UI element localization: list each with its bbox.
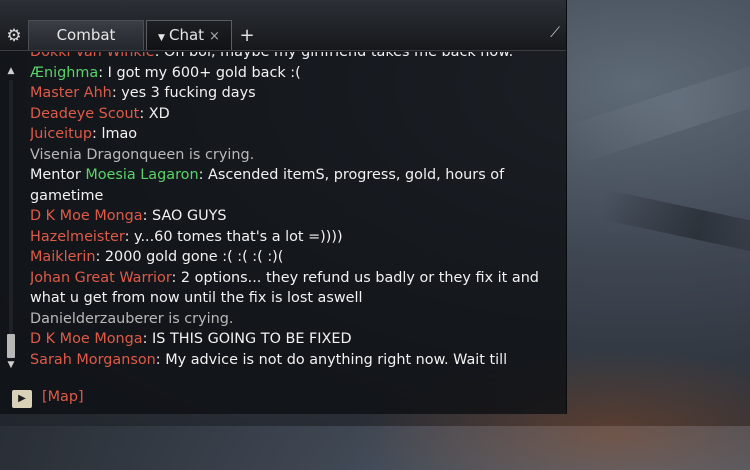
chat-message: D K Moe Monga: SAO GUYS: [30, 206, 560, 227]
caret-down-icon[interactable]: ▼: [158, 33, 165, 43]
scroll-up-arrow-icon[interactable]: ▲: [4, 66, 18, 76]
gear-icon[interactable]: ⚙: [4, 26, 24, 46]
chat-input-bar[interactable]: [0, 384, 566, 414]
play-icon[interactable]: ▶: [12, 390, 32, 408]
scrollbar[interactable]: ▲ ▼: [4, 62, 18, 372]
chat-message: Hazelmeister: y...60 tomes that's a lot …: [30, 227, 560, 248]
chat-message: Dokki Van Winkle: Oh boi, maybe my girlf…: [30, 52, 560, 63]
message-text: : My advice is not do anything right now…: [155, 351, 508, 368]
message-text: : I got my 600+ gold back :(: [98, 64, 301, 81]
sender-name[interactable]: Deadeye Scout: [30, 106, 139, 122]
tab-chat[interactable]: ▼ Chat ×: [146, 20, 232, 50]
message-text: : yes 3 fucking days: [111, 85, 256, 101]
emote-message: Visenia Dragonqueen is crying.: [30, 145, 560, 166]
background-streak: [599, 189, 750, 261]
emote-message: Danielderzauberer is crying.: [30, 309, 560, 330]
sender-name[interactable]: Ænighma: [30, 65, 98, 81]
sender-name[interactable]: Johan Great Warrior: [30, 270, 172, 286]
sender-name[interactable]: D K Moe Monga: [30, 331, 143, 347]
tab-label: Combat: [56, 26, 116, 44]
tab-bar: ⚙ Combat ▼ Chat × + ⟋: [0, 0, 566, 51]
chat-message: Juiceitup: lmao: [30, 124, 560, 145]
message-text: : lmao: [92, 126, 138, 142]
sender-name[interactable]: Sarah Morganson: [30, 352, 156, 368]
chat-message: D K Moe Monga: IS THIS GOING TO BE FIXED: [30, 329, 560, 350]
message-prefix: Mentor: [30, 167, 86, 183]
tab-combat[interactable]: Combat: [28, 20, 144, 50]
tab-label: Chat: [168, 26, 205, 44]
sender-name[interactable]: Dokki Van Winkle: [30, 52, 155, 60]
sender-name[interactable]: Juiceitup: [30, 126, 92, 142]
plus-icon[interactable]: +: [236, 24, 258, 48]
message-text: : IS THIS GOING TO BE FIXED: [142, 331, 352, 347]
chat-window: ⚙ Combat ▼ Chat × + ⟋ ▲ ▼ Dokki Van Winkle…: [0, 0, 567, 414]
sender-name[interactable]: Maiklerin: [30, 249, 95, 265]
message-text: : SAO GUYS: [142, 208, 227, 224]
scroll-track[interactable]: [9, 80, 13, 352]
sender-name[interactable]: Moesia Lagaron: [85, 167, 198, 183]
message-text: : XD: [139, 105, 170, 122]
background-streak: [559, 53, 750, 167]
chat-message: Johan Great Warrior: 2 options... they r…: [30, 268, 560, 309]
chat-message: Master Ahh: yes 3 fucking days: [30, 83, 560, 104]
chat-log: Dokki Van Winkle: Oh boi, maybe my girlf…: [30, 52, 560, 384]
scroll-thumb[interactable]: [7, 334, 15, 358]
close-icon[interactable]: ×: [209, 29, 220, 44]
resize-corner-icon[interactable]: ⟋: [546, 24, 564, 42]
emote-text: Visenia Dragonqueen is crying.: [30, 146, 255, 163]
chat-message: Ænighma: I got my 600+ gold back :(: [30, 63, 560, 84]
emote-text: Danielderzauberer is crying.: [30, 310, 234, 327]
map-link[interactable]: [Map]: [42, 386, 84, 408]
message-text: : Oh boi, maybe my girlfriend takes me b…: [154, 52, 514, 60]
sender-name[interactable]: Master Ahh: [30, 85, 112, 101]
chat-message: Maiklerin: 2000 gold gone :( :( :( :)(: [30, 247, 560, 268]
message-text: : 2000 gold gone :( :( :( :)(: [95, 249, 284, 265]
sender-name[interactable]: D K Moe Monga: [30, 208, 143, 224]
message-text: : y...60 tomes that's a lot =)))): [124, 228, 343, 245]
chat-message: Sarah Morganson: My advice is not do any…: [30, 350, 560, 371]
scroll-down-arrow-icon[interactable]: ▼: [4, 360, 18, 370]
sender-name[interactable]: Hazelmeister: [30, 229, 125, 245]
chat-message: Mentor Moesia Lagaron: Ascended itemS, p…: [30, 165, 560, 206]
chat-message: Deadeye Scout: XD: [30, 104, 560, 125]
